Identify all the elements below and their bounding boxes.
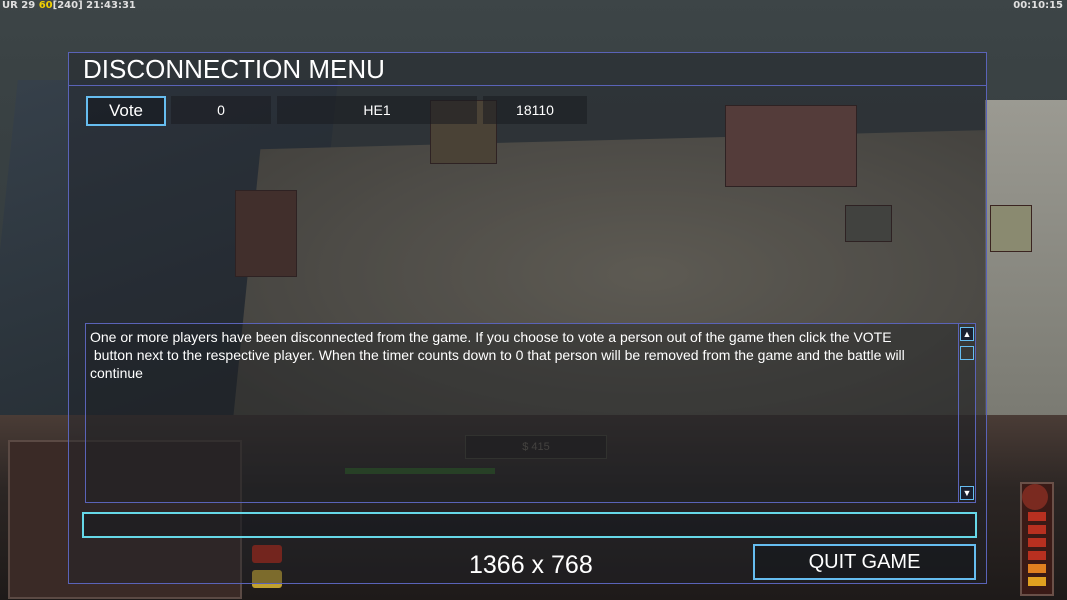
scroll-thumb[interactable] [960,346,974,360]
chat-input[interactable] [82,512,977,538]
right-terrain [985,100,1067,420]
disconnection-dialog: DISCONNECTION MENU Vote 0 HE1 18110 One … [68,52,987,584]
message-box: One or more players have been disconnect… [85,323,976,503]
quit-game-button[interactable]: QUIT GAME [753,544,976,580]
scroll-down-icon[interactable]: ▼ [960,486,974,500]
vote-button[interactable]: Vote [86,96,166,126]
power-meter-segment [1028,512,1046,521]
power-meter-segment [1028,538,1046,547]
scroll-up-icon[interactable]: ▲ [960,327,974,341]
dialog-title: DISCONNECTION MENU [83,54,385,84]
fps-prefix: UR 29 [2,0,36,11]
resolution-label: 1366 x 768 [469,551,593,579]
dialog-title-bar: DISCONNECTION MENU [69,53,986,86]
game-timer: 00:10:15 [1013,0,1063,11]
message-line: button next to the respective player. Wh… [90,347,905,363]
vehicle-unit [990,205,1032,252]
power-meter-segment [1028,564,1046,573]
power-meter-segment [1028,577,1046,586]
message-text: One or more players have been disconnect… [90,328,950,382]
rank-star-icon [1022,484,1048,510]
message-line: continue [90,365,143,381]
player-name: HE1 [277,96,477,124]
message-scrollbar[interactable]: ▲ ▼ [958,324,975,502]
message-line: One or more players have been disconnect… [90,329,892,345]
power-meter-segment [1028,525,1046,534]
fps-value: 60 [38,0,53,11]
fps-rest: [240] 21:43:31 [52,0,136,11]
fps-overlay: UR 29 60[240] 21:43:31 [2,0,136,11]
power-meter-segment [1028,551,1046,560]
player-ping: 18110 [483,96,587,124]
player-slot: 0 [171,96,271,124]
